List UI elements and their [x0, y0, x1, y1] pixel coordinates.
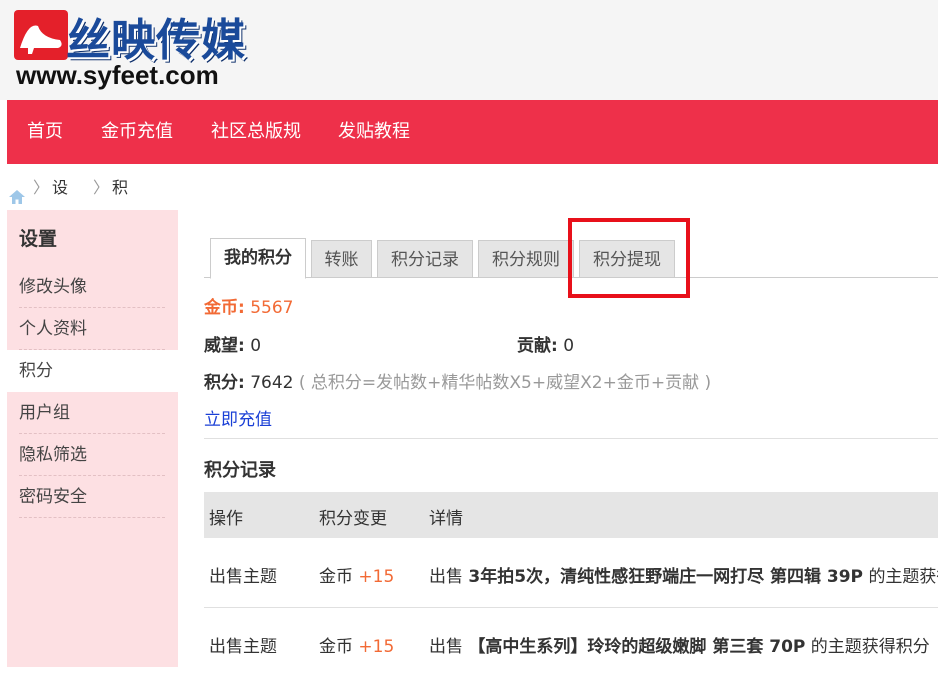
contribution-label: 贡献:: [517, 336, 558, 356]
site-header: 丝映传媒 www.syfeet.com: [0, 0, 938, 100]
sidebar-title: 设置: [19, 228, 58, 250]
tab-transfer[interactable]: 转账: [311, 240, 372, 278]
nav-item-recharge[interactable]: 金币充值: [101, 100, 173, 164]
records-title: 积分记录: [204, 460, 276, 481]
home-icon[interactable]: [9, 181, 25, 204]
table-header: 操作 积分变更 详情: [204, 492, 938, 538]
prestige-label: 威望:: [204, 336, 245, 356]
table-row: 出售主题 金币 +15 出售 【高中生系列】玲玲的超级嫩脚 第三套 70P 的主…: [204, 608, 938, 678]
logo-url: www.syfeet.com: [16, 60, 219, 90]
row-change-value: +15: [358, 637, 395, 657]
tab-points-log[interactable]: 积分记录: [377, 240, 473, 278]
row-change: 金币 +15: [319, 562, 394, 587]
sidebar-item-profile[interactable]: 个人资料: [19, 308, 165, 350]
nav-item-rules[interactable]: 社区总版规: [211, 100, 301, 164]
column-header-detail: 详情: [429, 509, 463, 529]
prestige-value: 0: [250, 336, 262, 356]
sidebar-item-points[interactable]: 积分: [7, 350, 178, 392]
highlight-box: [568, 218, 690, 298]
row-detail-suffix: 的主题获得积分: [868, 567, 938, 587]
main-content: 我的积分 转账 积分记录 积分规则 积分提现 金币: 5567 威望: 0 贡献…: [204, 210, 938, 667]
row-currency: 金币: [319, 567, 353, 587]
coins-value: 5567: [250, 298, 294, 318]
site-logo[interactable]: 丝映传媒 www.syfeet.com: [14, 4, 264, 90]
divider: [204, 438, 938, 439]
points-value: 7642: [250, 373, 294, 393]
points-label: 积分:: [204, 373, 245, 393]
logo-text: 丝映传媒: [66, 15, 246, 66]
row-currency: 金币: [319, 637, 353, 657]
sidebar-item-avatar[interactable]: 修改头像: [19, 266, 165, 308]
breadcrumb-separator: 〉: [33, 178, 50, 197]
coins-label: 金币:: [204, 298, 245, 318]
row-change: 金币 +15: [319, 632, 394, 657]
row-detail-prefix: 出售: [429, 567, 463, 587]
high-heel-icon: [14, 10, 68, 60]
row-detail-prefix: 出售: [429, 637, 463, 657]
row-action: 出售主题: [209, 637, 277, 657]
column-header-change: 积分变更: [319, 509, 387, 529]
row-detail-suffix: 的主题获得积分: [810, 637, 930, 657]
row-detail-title[interactable]: 【高中生系列】玲玲的超级嫩脚 第三套 70P: [468, 637, 805, 657]
column-header-action: 操作: [209, 509, 243, 529]
table-row: 出售主题 金币 +15 出售 3年拍5次，清纯性感狂野端庄一网打尽 第四辑 39…: [204, 538, 938, 608]
sidebar-item-usergroup[interactable]: 用户组: [19, 392, 165, 434]
row-detail: 出售 3年拍5次，清纯性感狂野端庄一网打尽 第四辑 39P 的主题获得积分: [429, 562, 938, 587]
breadcrumb-separator: 〉: [93, 178, 110, 197]
points-formula: ( 总积分=发帖数+精华帖数X5+威望X2+金币+贡献 ): [298, 373, 712, 393]
sidebar: 设置 修改头像 个人资料 积分 用户组 隐私筛选 密码安全: [7, 210, 178, 667]
nav-item-tutorial[interactable]: 发贴教程: [338, 100, 410, 164]
main-nav: 首页 金币充值 社区总版规 发贴教程: [7, 100, 938, 164]
recharge-link[interactable]: 立即充值: [204, 410, 272, 430]
tab-my-points[interactable]: 我的积分: [210, 238, 306, 279]
row-detail-title[interactable]: 3年拍5次，清纯性感狂野端庄一网打尽 第四辑 39P: [468, 567, 863, 587]
contribution-value: 0: [563, 336, 575, 356]
sidebar-item-privacy[interactable]: 隐私筛选: [19, 434, 165, 476]
row-detail: 出售 【高中生系列】玲玲的超级嫩脚 第三套 70P 的主题获得积分: [429, 632, 930, 657]
row-action: 出售主题: [209, 567, 277, 587]
nav-item-home[interactable]: 首页: [27, 100, 63, 164]
row-change-value: +15: [358, 567, 395, 587]
tab-points-rules[interactable]: 积分规则: [478, 240, 574, 278]
sidebar-item-security[interactable]: 密码安全: [19, 476, 165, 518]
